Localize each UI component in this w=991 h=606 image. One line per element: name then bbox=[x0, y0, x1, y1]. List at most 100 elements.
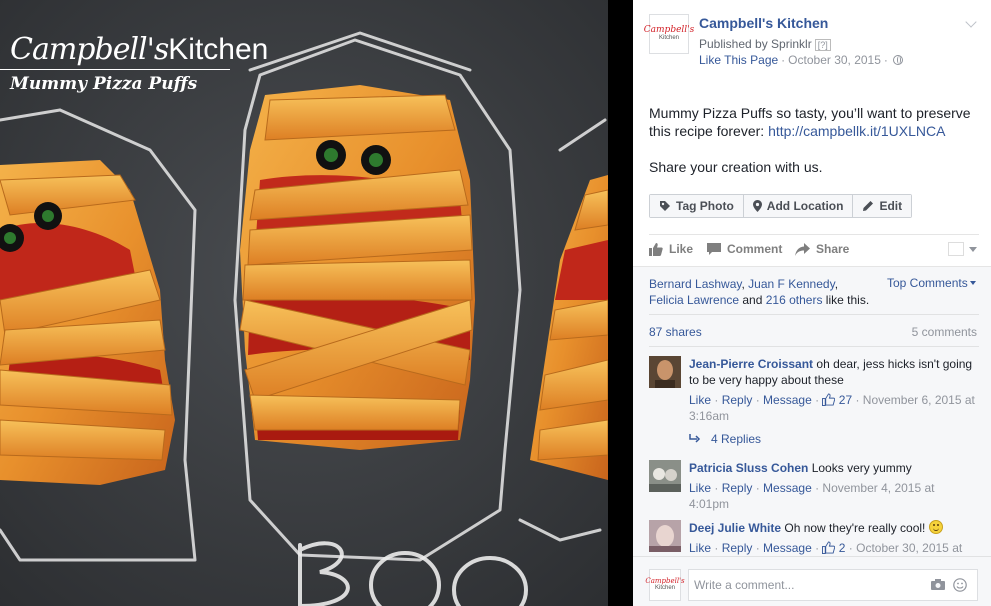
emoji-picker-icon[interactable] bbox=[953, 578, 967, 592]
likers-summary: Bernard Lashway, Juan F Kennedy, Felicia … bbox=[649, 276, 875, 308]
edit-label: Edit bbox=[879, 199, 903, 213]
comment-author[interactable]: Jean-Pierre Croissant bbox=[689, 357, 813, 371]
comment-button[interactable]: Comment bbox=[707, 242, 782, 256]
page-mini-avatar bbox=[948, 242, 964, 256]
avatar[interactable] bbox=[649, 356, 681, 388]
message-text-2: Share your creation with us. bbox=[649, 159, 823, 175]
photo-actions: Tag Photo Add Location Edit bbox=[649, 194, 913, 218]
post-message: Mummy Pizza Puffs so tasty, you’ll want … bbox=[649, 104, 979, 176]
divider bbox=[649, 314, 979, 315]
comment-meta: Like · Reply · Message · 2 · October 30,… bbox=[689, 541, 963, 555]
campbells-logo-icon: Campbell's Kitchen bbox=[645, 577, 685, 592]
comment-time[interactable]: October 30, 2015 at bbox=[856, 541, 962, 555]
thumbs-up-icon bbox=[649, 243, 663, 256]
avatar[interactable] bbox=[649, 520, 681, 552]
campbells-logo-icon: Campbell's Kitchen bbox=[643, 25, 695, 42]
caret-down-icon bbox=[969, 246, 977, 252]
feedback-bar: Like Comment Share bbox=[649, 242, 979, 258]
brand-overlay: Campbell'sKitchen Mummy Pizza Puffs bbox=[0, 32, 269, 94]
comment-text: Patricia Sluss Cohen Looks very yummy bbox=[689, 460, 975, 476]
post-meta: Like This Page · October 30, 2015 · bbox=[699, 53, 903, 67]
comments-section: Bernard Lashway, Juan F Kennedy, Felicia … bbox=[633, 266, 991, 606]
tag-photo-button[interactable]: Tag Photo bbox=[650, 195, 743, 217]
liker-link[interactable]: Felicia Lawrence bbox=[649, 293, 739, 307]
comment-text: Jean-Pierre Croissant oh dear, jess hick… bbox=[689, 356, 975, 388]
comment-like-link[interactable]: Like bbox=[689, 393, 711, 407]
comment-composer: Campbell's Kitchen bbox=[633, 556, 991, 606]
post-side-panel: Campbell's Kitchen Campbell's Kitchen Pub… bbox=[633, 0, 991, 606]
divider bbox=[649, 346, 979, 347]
post-as-selector[interactable] bbox=[948, 242, 977, 256]
liker-link[interactable]: Juan F Kennedy bbox=[748, 277, 835, 291]
published-by: Published by Sprinklr [?] bbox=[699, 37, 831, 51]
message-link[interactable]: http://campbellk.it/1UXLNCA bbox=[768, 123, 945, 139]
like-button[interactable]: Like bbox=[649, 242, 693, 256]
share-arrow-icon bbox=[795, 242, 810, 256]
share-label: Share bbox=[816, 242, 850, 256]
comment-message-link[interactable]: Message bbox=[763, 393, 812, 407]
likers-and: and bbox=[739, 293, 766, 307]
comment-likes[interactable]: 2 bbox=[822, 541, 845, 555]
comment-likes-count: 27 bbox=[838, 393, 853, 407]
comment-meta: Like · Reply · Message · November 4, 201… bbox=[689, 481, 935, 511]
composer-avatar: Campbell's Kitchen bbox=[645, 569, 685, 601]
comment-reply-link[interactable]: Reply bbox=[722, 541, 753, 555]
photo-title: Mummy Pizza Puffs bbox=[10, 74, 198, 94]
comment-like-link[interactable]: Like bbox=[689, 541, 711, 555]
comment-likes[interactable]: 27 bbox=[822, 393, 852, 407]
comment-likes-count: 2 bbox=[838, 541, 846, 555]
replies-label: 4 Replies bbox=[711, 432, 762, 446]
top-comments-dropdown[interactable]: Top Comments bbox=[887, 276, 976, 290]
add-location-label: Add Location bbox=[766, 199, 844, 213]
chevron-down-icon[interactable] bbox=[965, 16, 977, 28]
location-pin-icon bbox=[752, 200, 762, 212]
top-comments-label: Top Comments bbox=[887, 276, 968, 290]
comment-message-link[interactable]: Message bbox=[763, 481, 812, 495]
thumbs-up-icon bbox=[822, 393, 836, 406]
comment-text: Deej Julie White Oh now they're really c… bbox=[689, 520, 975, 536]
share-button[interactable]: Share bbox=[795, 242, 849, 256]
page-avatar[interactable]: Campbell's Kitchen bbox=[644, 14, 694, 54]
liker-link[interactable]: Bernard Lashway bbox=[649, 277, 742, 291]
comment-meta: Like · Reply · Message · 27 · November 6… bbox=[689, 393, 975, 423]
comment-body: Oh now they're really cool! bbox=[781, 521, 929, 535]
comment-author[interactable]: Deej Julie White bbox=[689, 521, 781, 535]
edit-button[interactable]: Edit bbox=[852, 195, 912, 217]
meta-separator: · bbox=[781, 53, 786, 67]
others-link[interactable]: 216 others bbox=[766, 293, 823, 307]
view-replies-link[interactable]: 4 Replies bbox=[689, 432, 761, 446]
brand-logo-text: Campbell'sKitchen bbox=[10, 32, 269, 67]
avatar[interactable] bbox=[649, 460, 681, 492]
comment-bubble-icon bbox=[707, 242, 721, 255]
comment-count[interactable]: 5 comments bbox=[912, 325, 977, 339]
comment-label: Comment bbox=[727, 242, 783, 256]
post-date[interactable]: October 30, 2015 bbox=[788, 53, 881, 67]
page-name-link[interactable]: Campbell's Kitchen bbox=[699, 15, 828, 31]
like-label: Like bbox=[669, 242, 694, 256]
like-page-link[interactable]: Like This Page bbox=[699, 53, 778, 67]
comment-reply-link[interactable]: Reply bbox=[722, 481, 753, 495]
shares-link[interactable]: 87 shares bbox=[649, 325, 702, 339]
comment-reply-link[interactable]: Reply bbox=[722, 393, 753, 407]
thumbs-up-icon bbox=[822, 541, 836, 554]
post-photo[interactable]: Campbell'sKitchen Mummy Pizza Puffs bbox=[0, 0, 608, 606]
globe-icon bbox=[892, 55, 903, 65]
caret-down-icon bbox=[969, 281, 976, 285]
comment-like-link[interactable]: Like bbox=[689, 481, 711, 495]
divider bbox=[649, 234, 979, 235]
help-mark[interactable]: [?] bbox=[814, 39, 831, 51]
comment-body: Looks very yummy bbox=[808, 461, 912, 475]
published-by-text: Published by Sprinklr bbox=[699, 37, 812, 51]
camera-icon[interactable] bbox=[931, 579, 945, 590]
meta-separator-2: · bbox=[883, 53, 888, 67]
comment-message-link[interactable]: Message bbox=[763, 541, 812, 555]
brand-divider bbox=[0, 69, 230, 70]
tag-photo-label: Tag Photo bbox=[676, 199, 734, 213]
likers-tail: like this. bbox=[822, 293, 870, 307]
tag-icon bbox=[660, 201, 670, 211]
photo-divider bbox=[608, 0, 633, 606]
add-location-button[interactable]: Add Location bbox=[742, 195, 853, 217]
likers-sep: , bbox=[834, 277, 839, 291]
comment-author[interactable]: Patricia Sluss Cohen bbox=[689, 461, 808, 475]
reply-arrow-icon bbox=[689, 434, 701, 443]
